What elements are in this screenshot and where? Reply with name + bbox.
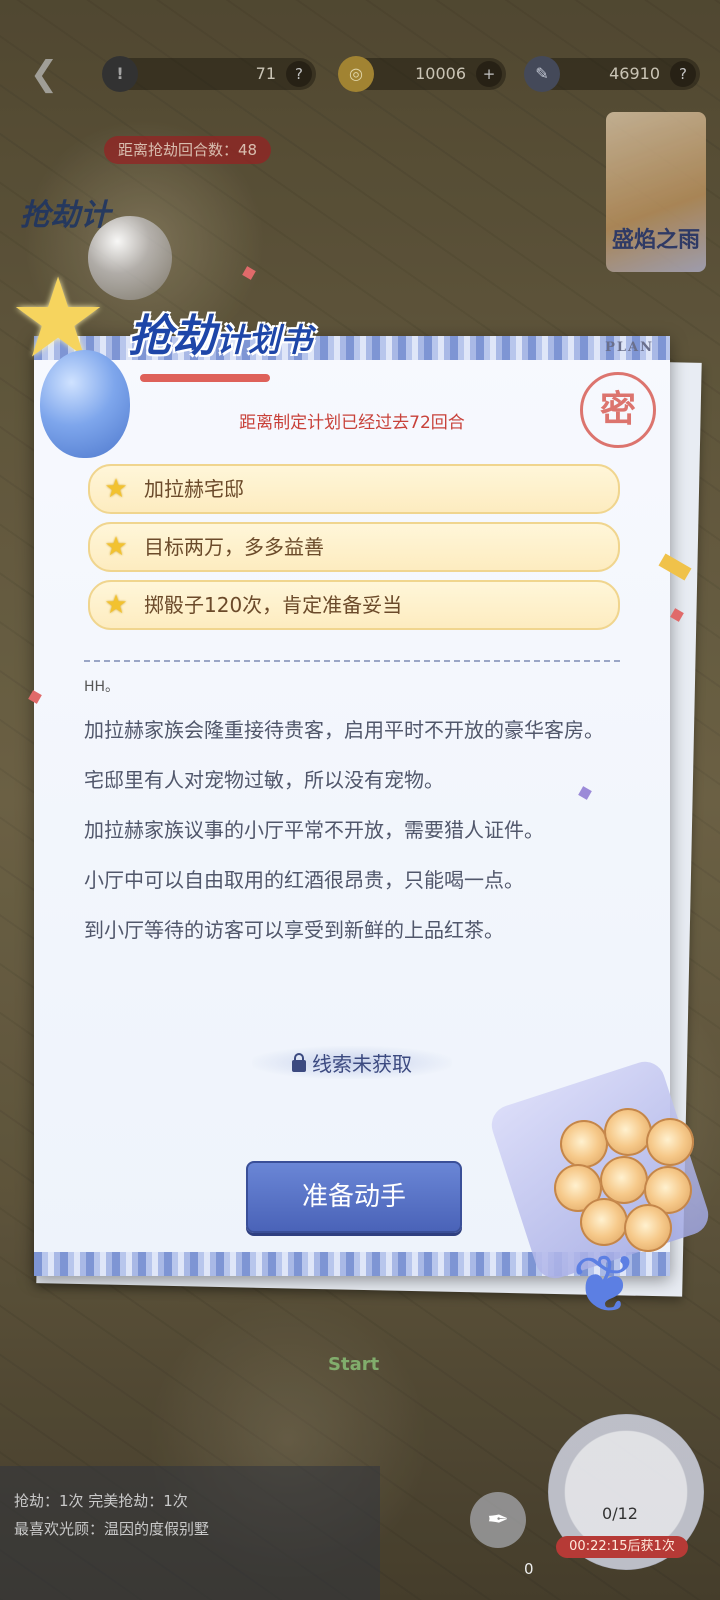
goal-item: ★ 加拉赫宅邸 bbox=[88, 464, 620, 514]
robbery-stats-panel: 抢劫：1次 完美抢劫：1次 最喜欢光顾：温因的度假别墅 bbox=[0, 1466, 380, 1600]
rose-bouquet-decoration: ❦ bbox=[486, 1056, 714, 1331]
clue-item: 小厅中可以自由取用的红酒很昂贵，只能喝一点。 bbox=[84, 868, 524, 892]
rose-icon bbox=[604, 1108, 652, 1156]
quill-count: 0 bbox=[524, 1560, 534, 1578]
card-title: 抢劫计划书 bbox=[128, 300, 312, 364]
goal-text: 掷骰子120次，肯定准备妥当 bbox=[144, 593, 403, 617]
rose-icon bbox=[646, 1118, 694, 1166]
card-title-main: 抢劫 bbox=[128, 311, 216, 362]
clue-item: 加拉赫家族议事的小厅平常不开放，需要猎人证件。 bbox=[84, 818, 544, 842]
quill-icon[interactable]: ✒ bbox=[470, 1492, 526, 1548]
locked-clue[interactable]: 线索未获取 bbox=[252, 1046, 452, 1079]
star-icon: ★ bbox=[104, 474, 128, 504]
ribbon-bow-icon: ❦ bbox=[571, 1238, 639, 1331]
card-title-sub: 计划书 bbox=[216, 321, 313, 359]
goal-text: 加拉赫宅邸 bbox=[144, 477, 244, 501]
plan-tag: PLAN bbox=[605, 340, 654, 355]
rose-icon bbox=[600, 1156, 648, 1204]
goal-text: 目标两万，多多益善 bbox=[144, 535, 324, 559]
dice-count: 0/12 bbox=[602, 1504, 638, 1523]
favorite-target-stats: 最喜欢光顾：温因的度假别墅 bbox=[14, 1520, 210, 1538]
locked-clue-label: 线索未获取 bbox=[312, 1052, 412, 1076]
goal-item: ★ 目标两万，多多益善 bbox=[88, 522, 620, 572]
clue-item: 宅邸里有人对宠物过敏，所以没有宠物。 bbox=[84, 768, 444, 792]
dice-refill-timer: 00:22:15后获1次 bbox=[556, 1536, 688, 1558]
lock-icon bbox=[292, 1053, 306, 1072]
prepare-action-button[interactable]: 准备动手 bbox=[246, 1161, 462, 1233]
section-divider bbox=[84, 660, 620, 662]
clue-item: 到小厅等待的访客可以享受到新鲜的上品红茶。 bbox=[84, 918, 504, 942]
clue-header: HH。 bbox=[84, 679, 120, 695]
secret-stamp: 密 bbox=[580, 372, 656, 448]
clue-item: 加拉赫家族会隆重接待贵客，启用平时不开放的豪华客房。 bbox=[84, 718, 604, 742]
robbery-count-stats: 抢劫：1次 完美抢劫：1次 bbox=[14, 1492, 188, 1510]
rose-icon bbox=[560, 1120, 608, 1168]
goal-item: ★ 掷骰子120次，肯定准备妥当 bbox=[88, 580, 620, 630]
clue-list: 加拉赫家族会隆重接待贵客，启用平时不开放的豪华客房。 宅邸里有人对宠物过敏，所以… bbox=[84, 716, 614, 966]
star-icon: ★ bbox=[104, 590, 128, 620]
blue-balloon-decoration bbox=[40, 350, 130, 458]
title-underline bbox=[140, 374, 270, 382]
star-icon: ★ bbox=[104, 532, 128, 562]
